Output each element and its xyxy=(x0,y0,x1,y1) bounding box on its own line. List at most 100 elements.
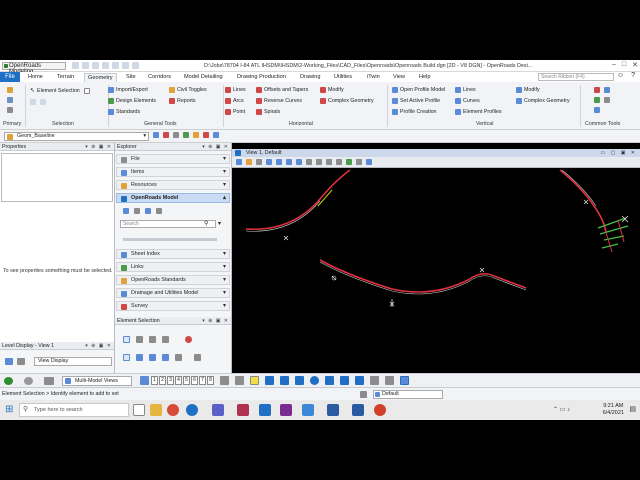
explorer-section-openroads-model[interactable]: OpenRoads Model ▴ xyxy=(116,193,230,203)
explorer-section-sheet-index[interactable]: Sheet Index ▾ xyxy=(116,249,230,259)
parallel-snap-icon[interactable] xyxy=(370,376,379,385)
redo-icon[interactable] xyxy=(122,62,129,69)
profile-creation-button[interactable]: Profile Creation xyxy=(392,109,437,115)
explorer-section-resources[interactable]: Resources ▾ xyxy=(116,180,230,190)
lines-button[interactable]: Lines xyxy=(225,87,246,93)
maximize-icon[interactable]: □ xyxy=(622,61,626,69)
template-icon[interactable] xyxy=(193,132,199,138)
intersection-snap-icon[interactable] xyxy=(325,376,334,385)
analyze-icon[interactable] xyxy=(604,97,610,103)
explorer-section-items[interactable]: Items ▾ xyxy=(116,167,230,177)
view-number-button[interactable]: 6 xyxy=(191,376,198,385)
invert-mode-icon[interactable] xyxy=(162,354,169,361)
tangent-snap-icon[interactable] xyxy=(340,376,349,385)
view-number-button[interactable]: 2 xyxy=(159,376,166,385)
find-icon[interactable] xyxy=(145,208,151,214)
app-icon[interactable] xyxy=(352,404,364,416)
taskbar-clock[interactable]: 9:21 AM 6/4/2021 xyxy=(603,403,624,417)
reports-button[interactable]: Reports xyxy=(169,98,196,104)
forward-icon[interactable] xyxy=(24,377,33,385)
block-select-icon[interactable] xyxy=(136,336,143,343)
view-next-icon[interactable] xyxy=(336,159,342,165)
open-profile-model-button[interactable]: Open Profile Model xyxy=(392,87,445,93)
horizontal-scrollbar[interactable] xyxy=(123,238,217,241)
shape-select-icon[interactable] xyxy=(149,336,156,343)
model-icon[interactable] xyxy=(44,377,54,385)
select-all-icon[interactable] xyxy=(175,354,182,361)
outlook-icon[interactable] xyxy=(259,404,271,416)
active-level-field[interactable]: Default xyxy=(373,390,443,399)
openroads-icon[interactable] xyxy=(302,404,314,416)
tool-settings-icon[interactable] xyxy=(7,107,13,113)
search-ribbon-input[interactable]: Search Ribbon (F4) xyxy=(538,73,614,81)
user-icon[interactable]: ☺ xyxy=(617,72,624,79)
tab-drawing[interactable]: Drawing xyxy=(300,73,321,82)
tab-itwin[interactable]: iTwin xyxy=(367,73,380,82)
measure-icon[interactable] xyxy=(213,132,219,138)
vertical-lines-button[interactable]: Lines xyxy=(455,87,476,93)
explorer-section-drainage-utilities[interactable]: Drainage and Utilities Model ▾ xyxy=(116,288,230,298)
complex-geometry-button[interactable]: Complex Geometry xyxy=(320,98,374,104)
explorer-section-survey[interactable]: Survey ▾ xyxy=(116,301,230,311)
tab-corridors[interactable]: Corridors xyxy=(148,73,171,82)
origin-snap-icon[interactable] xyxy=(310,376,319,385)
clear-selection-icon[interactable] xyxy=(185,336,192,343)
app-icon[interactable] xyxy=(327,404,339,416)
tab-terrain[interactable]: Terrain xyxy=(57,73,74,82)
settings-icon[interactable] xyxy=(132,62,139,69)
toggle-views-icon[interactable] xyxy=(366,159,372,165)
new-file-icon[interactable] xyxy=(72,62,79,69)
drawing-canvas[interactable] xyxy=(232,168,640,373)
civil-toggles-button[interactable]: Civil Toggles xyxy=(169,87,207,93)
tab-help[interactable]: Help xyxy=(419,73,431,82)
line-style-icon[interactable] xyxy=(173,132,179,138)
edge-icon[interactable] xyxy=(186,404,198,416)
select-all-icon[interactable] xyxy=(30,99,36,105)
app-icon[interactable] xyxy=(237,404,249,416)
vertical-complex-geometry-button[interactable]: Complex Geometry xyxy=(516,98,570,104)
update-view-icon[interactable] xyxy=(256,159,262,165)
new-mode-icon[interactable] xyxy=(123,354,130,361)
windows-start-icon[interactable]: ⊞ xyxy=(5,404,13,416)
camera-icon[interactable] xyxy=(356,159,362,165)
open-file-icon[interactable] xyxy=(82,62,89,69)
midpoint-snap-icon[interactable] xyxy=(280,376,289,385)
wrench-icon[interactable] xyxy=(594,107,600,113)
tab-site[interactable]: Site xyxy=(126,73,136,82)
set-active-profile-button[interactable]: Set Active Profile xyxy=(392,98,440,104)
zoom-out-icon[interactable] xyxy=(276,159,282,165)
explorer-search-input[interactable]: Search xyxy=(120,220,216,228)
pan-view-icon[interactable] xyxy=(316,159,322,165)
onenote-icon[interactable] xyxy=(280,404,292,416)
through-point-snap-icon[interactable] xyxy=(385,376,394,385)
minimize-icon[interactable]: – xyxy=(612,61,616,69)
view-group-icon[interactable] xyxy=(140,376,149,385)
vertical-modify-button[interactable]: Modify xyxy=(516,87,540,93)
explorer-section-openroads-standards[interactable]: OpenRoads Standards ▾ xyxy=(116,275,230,285)
view-number-button[interactable]: 4 xyxy=(175,376,182,385)
panel-controls[interactable]: ▾ ⊕ ▣ ✕ xyxy=(85,143,112,151)
subtract-mode-icon[interactable] xyxy=(149,354,156,361)
panel-controls[interactable]: ▾ ⊕ ▣ ✕ xyxy=(85,342,112,350)
snap-settings-icon[interactable] xyxy=(220,376,229,385)
undo-icon[interactable] xyxy=(112,62,119,69)
vertical-curves-button[interactable]: Curves xyxy=(455,98,480,104)
explorer-section-links[interactable]: Links ▾ xyxy=(116,262,230,272)
checkbox-icon[interactable] xyxy=(83,87,90,94)
file-tab[interactable]: File xyxy=(0,72,20,82)
clear-selection-icon[interactable] xyxy=(40,99,46,105)
reverse-curves-button[interactable]: Reverse Curves xyxy=(256,98,302,104)
options-icon[interactable] xyxy=(156,208,162,214)
view-previous-icon[interactable] xyxy=(326,159,332,165)
tab-model-detailing[interactable]: Model Detailing xyxy=(184,73,223,82)
level-filter-icon[interactable] xyxy=(17,358,25,365)
multi-snap-icon[interactable] xyxy=(400,376,409,385)
save-icon[interactable] xyxy=(92,62,99,69)
view-number-button[interactable]: 5 xyxy=(183,376,190,385)
teams-icon[interactable] xyxy=(212,404,224,416)
selection-options-icon[interactable] xyxy=(194,354,201,361)
display-style-icon[interactable] xyxy=(246,159,252,165)
modify-button[interactable]: Modify xyxy=(320,87,344,93)
text-icon[interactable] xyxy=(203,132,209,138)
fit-view-icon[interactable] xyxy=(296,159,302,165)
